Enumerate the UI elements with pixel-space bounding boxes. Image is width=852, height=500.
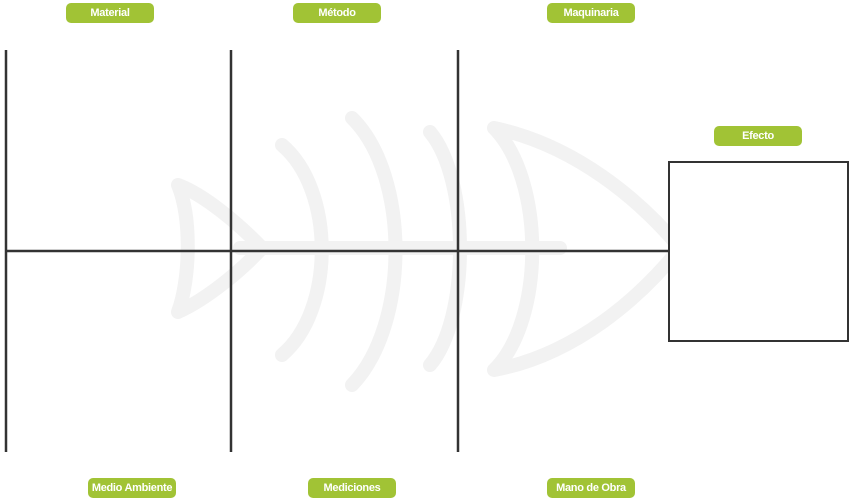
category-label-material: Material (66, 3, 154, 23)
category-label-mano-de-obra: Mano de Obra (547, 478, 635, 498)
category-label-metodo: Método (293, 3, 381, 23)
effect-box[interactable] (668, 161, 849, 342)
effect-label: Efecto (714, 126, 802, 146)
category-label-medio-ambiente: Medio Ambiente (88, 478, 176, 498)
category-label-maquinaria: Maquinaria (547, 3, 635, 23)
category-label-mediciones: Mediciones (308, 478, 396, 498)
